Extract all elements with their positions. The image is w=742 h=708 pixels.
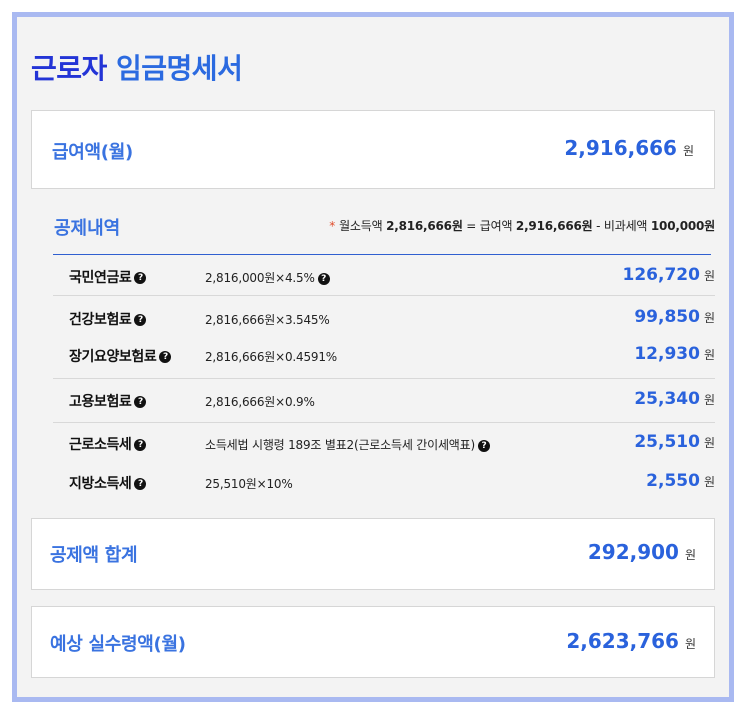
deduction-amount: 12,930 원 xyxy=(634,344,715,364)
formula-star: * xyxy=(329,219,336,233)
deduction-row: 고용보험료? 2,816,666원×0.9% 25,340 원 xyxy=(53,379,715,423)
deduction-calc: 2,816,666원×0.9% xyxy=(205,395,315,409)
deduction-row: 지방소득세? 25,510원×10% 2,550 원 xyxy=(53,463,715,503)
deduction-amount: 25,340 원 xyxy=(634,389,715,409)
deduction-amount: 25,510 원 xyxy=(634,432,715,452)
deduction-name: 근로소득세? xyxy=(69,434,147,454)
deduction-row: 국민연금료? 2,816,000원×4.5%? 126,720 원 xyxy=(53,255,715,296)
deduction-row: 건강보험료? 2,816,666원×3.545% 99,850 원 xyxy=(53,296,715,336)
total-unit: 원 xyxy=(684,548,696,562)
question-circle-icon[interactable]: ? xyxy=(317,272,330,285)
deduction-name: 지방소득세? xyxy=(69,473,147,493)
question-circle-icon[interactable]: ? xyxy=(134,314,147,326)
net-pay-label: 예상 실수령액(월) xyxy=(50,634,186,655)
total-deduction-label: 공제액 합계 xyxy=(50,545,138,566)
income-formula: * 월소득액 2,816,666원 = 급여액 2,916,666원 - 비과세액… xyxy=(329,217,715,234)
question-circle-icon[interactable]: ? xyxy=(477,439,490,452)
deduction-amount: 99,850 원 xyxy=(634,307,715,327)
salary-amount: 2,916,666 xyxy=(564,136,677,160)
formula-salary: 2,916,666원 xyxy=(515,219,593,233)
formula-nontax: 100,000원 xyxy=(650,219,715,233)
deduction-calc: 2,816,666원×0.4591% xyxy=(205,350,337,364)
total-amount: 292,900 xyxy=(587,540,679,564)
formula-minus: - 비과세액 xyxy=(596,219,648,233)
formula-eq: = 급여액 xyxy=(466,219,513,233)
deduction-name: 국민연금료? xyxy=(69,267,147,287)
salary-value: 2,916,666 원 xyxy=(564,136,694,160)
net-pay-value: 2,623,766 원 xyxy=(566,629,696,653)
title-sub: 임금명세서 xyxy=(116,52,243,85)
net-pay-card: 예상 실수령액(월) 2,623,766 원 xyxy=(31,606,715,678)
deductions-header: 공제내역 xyxy=(54,218,121,239)
payslip-panel: 근로자 임금명세서 급여액(월) 2,916,666 원 공제내역 * 월소득액 2… xyxy=(12,12,734,702)
deduction-amount: 126,720 원 xyxy=(622,265,715,285)
question-circle-icon[interactable]: ? xyxy=(159,351,172,363)
title-main: 근로자 xyxy=(31,52,107,85)
formula-prefix: 월소득액 xyxy=(339,219,383,233)
question-circle-icon[interactable]: ? xyxy=(134,396,147,408)
net-unit: 원 xyxy=(684,637,696,651)
question-circle-icon[interactable]: ? xyxy=(134,439,147,451)
deduction-calc: 2,816,000원×4.5%? xyxy=(205,269,330,286)
question-circle-icon[interactable]: ? xyxy=(134,272,147,284)
deduction-calc: 2,816,666원×3.545% xyxy=(205,313,330,327)
deduction-row: 근로소득세? 소득세법 시행령 189조 별표2(근로소득세 간이세액표)? 2… xyxy=(53,423,715,463)
formula-monthly-income: 2,816,666원 xyxy=(386,219,463,233)
salary-card: 급여액(월) 2,916,666 원 xyxy=(31,110,715,189)
deduction-name: 고용보험료? xyxy=(69,391,147,411)
salary-unit: 원 xyxy=(682,144,694,158)
page-title: 근로자 임금명세서 xyxy=(31,47,243,87)
deduction-name: 장기요양보험료? xyxy=(69,346,172,366)
deduction-row: 장기요양보험료? 2,816,666원×0.4591% 12,930 원 xyxy=(53,336,715,379)
total-deduction-value: 292,900 원 xyxy=(588,540,696,564)
deduction-calc: 소득세법 시행령 189조 별표2(근로소득세 간이세액표)? xyxy=(205,436,490,453)
deduction-name: 건강보험료? xyxy=(69,309,147,329)
deduction-calc: 25,510원×10% xyxy=(205,477,293,491)
net-amount: 2,623,766 xyxy=(566,629,679,653)
salary-label: 급여액(월) xyxy=(52,142,133,163)
total-deduction-card: 공제액 합계 292,900 원 xyxy=(31,518,715,590)
question-circle-icon[interactable]: ? xyxy=(134,478,147,490)
deduction-amount: 2,550 원 xyxy=(646,471,715,491)
